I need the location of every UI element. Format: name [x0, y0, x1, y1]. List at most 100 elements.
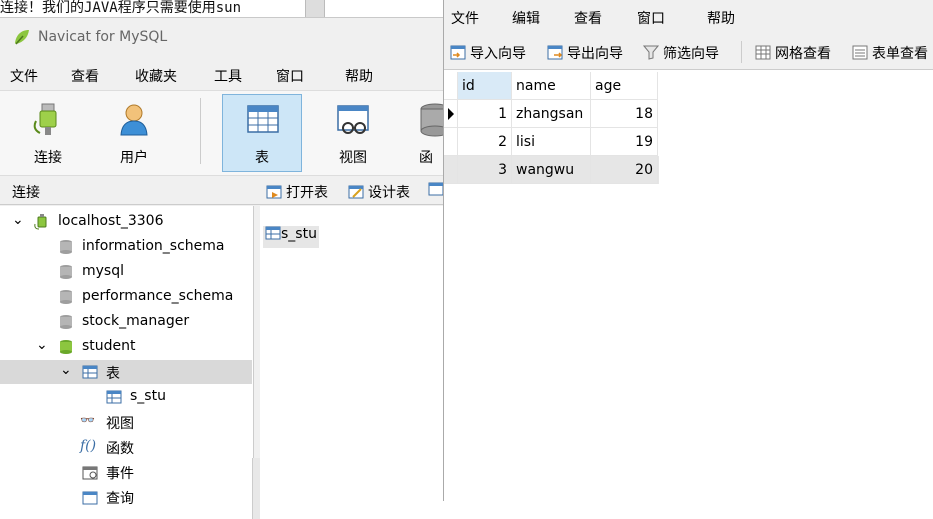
tree-db-mysql[interactable]: mysql [0, 260, 252, 284]
toolbar-separator [741, 41, 742, 63]
cell-age[interactable]: 19 [591, 128, 658, 156]
tree-db-stock-manager[interactable]: stock_manager [0, 310, 252, 334]
new-table-icon [428, 182, 444, 196]
events-node-label: 事件 [106, 466, 134, 482]
current-row-arrow-icon [444, 100, 458, 128]
filter-wizard-button[interactable]: 筛选向导 [643, 43, 719, 63]
open-table-icon [266, 185, 282, 199]
tree-views-node[interactable]: 👓 视图 [0, 410, 252, 434]
import-icon [450, 45, 466, 60]
design-table-icon [348, 185, 364, 199]
data-window-toolbar: 导入向导 导出向导 筛选向导 网格查看 表单查看 [444, 34, 933, 70]
chevron-down-icon[interactable]: ⌄ [12, 212, 24, 228]
column-header-id[interactable]: id [458, 72, 512, 100]
function-icon [420, 103, 445, 137]
table-data-window: 文件 编辑 查看 窗口 帮助 导入向导 导出向导 筛选向导 网格查看 表单查看 … [443, 0, 933, 501]
menu-view[interactable]: 查看 [71, 66, 99, 86]
database-icon [60, 265, 72, 279]
database-icon [60, 290, 72, 304]
cell-age[interactable]: 20 [591, 156, 658, 184]
menu-edit[interactable]: 编辑 [512, 8, 540, 28]
database-open-icon [60, 340, 72, 354]
table-button[interactable]: 表 [222, 94, 302, 172]
design-table-label: 设计表 [368, 185, 410, 201]
function-icon: f() [80, 438, 97, 454]
tree-db-performance-schema[interactable]: performance_schema [0, 285, 252, 309]
tables-folder-icon [82, 365, 98, 379]
database-label: stock_manager [82, 313, 190, 329]
form-icon [852, 45, 868, 60]
export-wizard-button[interactable]: 导出向导 [547, 43, 623, 63]
design-table-button[interactable]: 设计表 [348, 182, 410, 202]
column-header-name[interactable]: name [512, 72, 591, 100]
window-title: Navicat for MySQL [38, 29, 168, 45]
menu-help[interactable]: 帮助 [345, 66, 373, 86]
tree-functions-node[interactable]: f() 函数 [0, 435, 252, 459]
database-icon [60, 315, 72, 329]
glasses-icon: 👓 [80, 413, 95, 427]
connect-button[interactable]: 连接 [8, 95, 88, 173]
cell-age[interactable]: 18 [591, 100, 658, 128]
tables-node-label: 表 [106, 366, 120, 382]
tree-scrollbar[interactable] [252, 458, 260, 519]
object-list-item-label: s_stu [281, 226, 317, 242]
column-header-age[interactable]: age [591, 72, 658, 100]
tree-db-information-schema[interactable]: information_schema [0, 235, 252, 259]
grid-icon [755, 45, 771, 60]
import-wizard-button[interactable]: 导入向导 [450, 43, 526, 63]
user-label: 用户 [120, 150, 148, 166]
cell-name[interactable]: wangwu [512, 156, 591, 184]
menu-window[interactable]: 窗口 [276, 66, 304, 86]
grid-row-indicator [444, 156, 458, 184]
cell-name[interactable]: zhangsan [512, 100, 591, 128]
object-list-pane: s_stu [260, 206, 445, 519]
menu-window[interactable]: 窗口 [637, 8, 665, 28]
connect-label: 连接 [34, 150, 62, 166]
cell-name[interactable]: lisi [512, 128, 591, 156]
object-list-item-s-stu[interactable]: s_stu [263, 226, 319, 248]
menu-favorites[interactable]: 收藏夹 [135, 66, 177, 86]
table-label: 表 [255, 150, 269, 166]
grid-row-indicator [444, 128, 458, 156]
tree-queries-node[interactable]: 查询 [0, 485, 252, 509]
connection-icon [34, 214, 47, 230]
chevron-down-icon[interactable]: ⌄ [60, 362, 72, 378]
tree-db-student[interactable]: ⌄ student [0, 335, 252, 359]
form-view-button[interactable]: 表单查看 [852, 43, 928, 63]
view-button[interactable]: 视图 [313, 95, 393, 173]
user-button[interactable]: 用户 [94, 95, 174, 173]
menu-file[interactable]: 文件 [10, 66, 38, 86]
database-label: student [82, 338, 136, 354]
export-icon [547, 45, 563, 60]
grid-view-button[interactable]: 网格查看 [755, 43, 831, 63]
toolbar-separator [200, 98, 201, 164]
import-wizard-label: 导入向导 [470, 46, 526, 62]
menu-tools[interactable]: 工具 [214, 66, 242, 86]
function-button[interactable]: 函 [399, 95, 445, 173]
tree-tables-node[interactable]: ⌄ 表 [0, 360, 252, 384]
grid-row-indicator [444, 72, 458, 100]
table-icon [106, 390, 122, 404]
cell-id[interactable]: 2 [458, 128, 512, 156]
main-toolbar: 连接 用户 表 视图 函 [0, 90, 445, 176]
table-row[interactable]: 3 wangwu 20 [444, 156, 659, 184]
menu-help[interactable]: 帮助 [707, 8, 735, 28]
tree-table-s-stu[interactable]: s_stu [0, 385, 252, 409]
chevron-down-icon[interactable]: ⌄ [36, 337, 48, 353]
open-table-button[interactable]: 打开表 [266, 182, 328, 202]
background-scrollbar[interactable] [305, 0, 325, 17]
table-row[interactable]: 2 lisi 19 [444, 128, 659, 156]
menu-file[interactable]: 文件 [451, 8, 479, 28]
database-label: performance_schema [82, 288, 234, 304]
functions-node-label: 函数 [106, 441, 134, 457]
table-row[interactable]: 1 zhangsan 18 [444, 100, 659, 128]
main-menubar: 文件 查看 收藏夹 工具 窗口 帮助 [0, 62, 445, 88]
cell-id[interactable]: 3 [458, 156, 512, 184]
filter-icon [643, 45, 659, 60]
database-label: information_schema [82, 238, 225, 254]
cell-id[interactable]: 1 [458, 100, 512, 128]
menu-view[interactable]: 查看 [574, 8, 602, 28]
tree-events-node[interactable]: 事件 [0, 460, 252, 484]
tree-connection-node[interactable]: ⌄ localhost_3306 [0, 210, 252, 234]
object-toolbar: 打开表 设计表 [254, 177, 445, 205]
